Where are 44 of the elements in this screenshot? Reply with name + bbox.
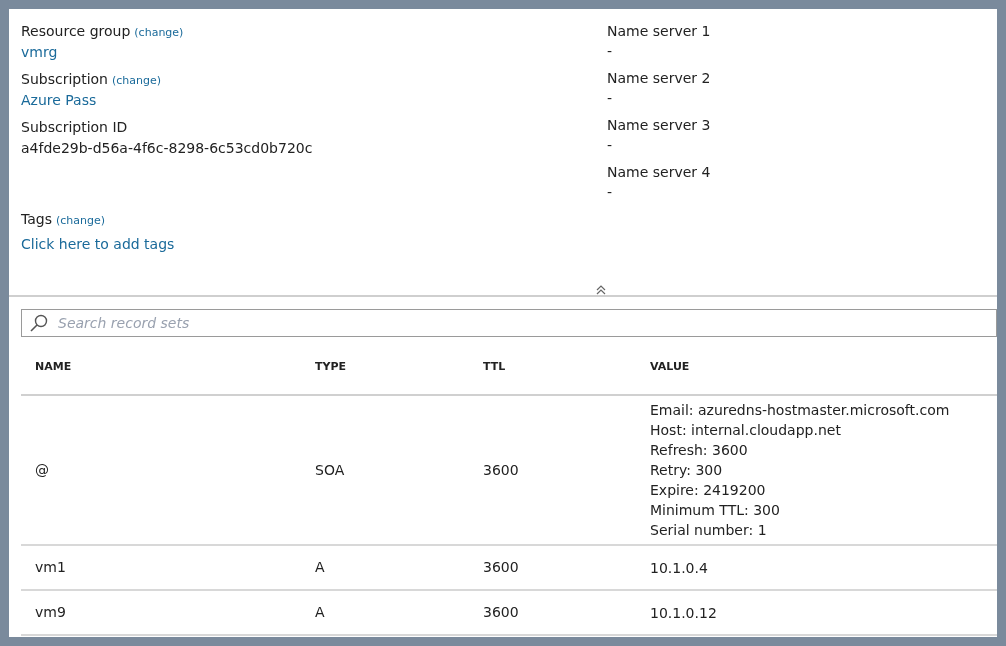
value-line: Expire: 2419200 [650, 481, 766, 500]
search-icon [29, 314, 49, 332]
field-label: Name server 2 [607, 69, 711, 88]
column-header: TTL [483, 360, 506, 374]
table-cell: A [315, 559, 325, 575]
table-cell: vm1 [35, 559, 66, 575]
table-cell: 3600 [483, 604, 519, 620]
field-value: - [607, 136, 613, 154]
value-line: Email: azuredns-hostmaster.microsoft.com [650, 401, 950, 420]
change-link[interactable]: (change) [134, 25, 184, 42]
search-field[interactable]: Search record sets [21, 309, 997, 337]
field-value: a4fde29b-d56a-4f6c-8298-6c53cd0b720c [21, 139, 313, 158]
column-header: TYPE [315, 360, 347, 374]
change-link[interactable]: (change) [56, 213, 106, 230]
value-line: Retry: 300 [650, 461, 723, 480]
field-value-link[interactable]: Azure Pass [21, 90, 97, 111]
field-label: Subscription [21, 70, 108, 89]
table-cell: SOA [315, 461, 345, 478]
field-label: Name server 1 [607, 22, 711, 41]
table-cell: @ [35, 461, 49, 478]
field-label: Name server 4 [607, 163, 711, 182]
value-line: Serial number: 1 [650, 521, 767, 540]
column-header: VALUE [650, 360, 690, 374]
change-link[interactable]: (change) [112, 73, 162, 90]
field-label: Tags [21, 210, 52, 229]
field-value: - [607, 183, 613, 201]
value-line: 10.1.0.12 [650, 603, 717, 623]
field-label: Resource group [21, 22, 131, 41]
value-line: Refresh: 3600 [650, 441, 748, 460]
table-cell: 3600 [483, 461, 519, 478]
column-header: NAME [35, 360, 72, 374]
table-cell: A [315, 604, 325, 620]
add-tags-link[interactable]: Click here to add tags [21, 234, 175, 255]
table-cell: vm9 [35, 604, 66, 620]
field-value: - [607, 42, 613, 60]
value-line: Minimum TTL: 300 [650, 501, 780, 520]
table-cell: 3600 [483, 559, 519, 575]
field-value: - [607, 89, 613, 107]
value-line: Host: internal.cloudapp.net [650, 421, 841, 440]
value-line: 10.1.0.4 [650, 558, 708, 578]
collapse-icon[interactable] [596, 285, 606, 295]
field-label: Subscription ID [21, 118, 128, 137]
field-value-link[interactable]: vmrg [21, 42, 58, 63]
field-label: Name server 3 [607, 116, 711, 135]
